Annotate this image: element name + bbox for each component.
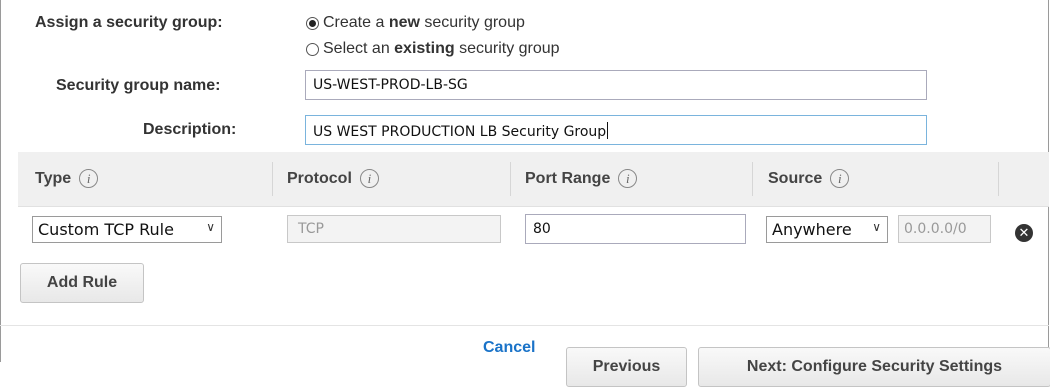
description-label: Description: xyxy=(143,121,237,138)
col-header-source: Source i xyxy=(768,169,850,188)
radio-select-existing-label: Select an existing security group xyxy=(323,40,560,57)
add-rule-button[interactable]: Add Rule xyxy=(20,263,144,303)
previous-button[interactable]: Previous xyxy=(566,347,687,387)
rule-type-select[interactable]: Custom TCP Rule ∨ xyxy=(32,216,222,243)
info-icon[interactable]: i xyxy=(79,169,99,188)
radio-selected-icon[interactable] xyxy=(306,16,319,30)
source-value: Anywhere xyxy=(772,220,852,239)
chevron-down-icon: ∨ xyxy=(872,220,881,234)
radio-unselected-icon[interactable] xyxy=(306,42,319,56)
column-divider xyxy=(272,162,273,196)
rules-table-header: Type i Protocol i Port Range i Source i xyxy=(18,152,1049,207)
radio-select-existing[interactable]: Select an existing security group xyxy=(306,40,560,58)
cidr-field: 0.0.0.0/0 xyxy=(898,215,991,243)
column-divider xyxy=(752,162,753,196)
column-divider xyxy=(510,162,511,196)
chevron-down-icon: ∨ xyxy=(206,220,215,234)
col-header-port-range: Port Range i xyxy=(525,169,638,188)
rule-type-value: Custom TCP Rule xyxy=(38,220,174,239)
radio-create-new[interactable]: Create a new security group xyxy=(306,14,525,32)
col-header-type: Type i xyxy=(35,169,99,188)
remove-rule-icon[interactable]: ✕ xyxy=(1015,224,1033,242)
text-caret xyxy=(607,122,609,139)
assign-security-group-label: Assign a security group: xyxy=(35,14,223,31)
footer-divider xyxy=(0,325,1049,326)
port-range-input[interactable]: 80 xyxy=(525,214,746,244)
description-input[interactable]: US WEST PRODUCTION LB Security Group xyxy=(305,115,927,145)
cancel-button[interactable]: Cancel xyxy=(483,339,535,357)
security-group-name-label: Security group name: xyxy=(56,77,221,94)
radio-create-new-label: Create a new security group xyxy=(323,14,525,31)
info-icon[interactable]: i xyxy=(830,169,850,188)
protocol-field: TCP xyxy=(287,215,501,243)
security-group-name-input[interactable]: US-WEST-PROD-LB-SG xyxy=(305,70,927,100)
info-icon[interactable]: i xyxy=(359,169,379,188)
col-header-protocol: Protocol i xyxy=(287,169,379,188)
next-configure-security-settings-button[interactable]: Next: Configure Security Settings xyxy=(698,347,1050,387)
source-select[interactable]: Anywhere ∨ xyxy=(766,216,888,243)
column-divider xyxy=(998,162,999,196)
info-icon[interactable]: i xyxy=(618,169,638,188)
